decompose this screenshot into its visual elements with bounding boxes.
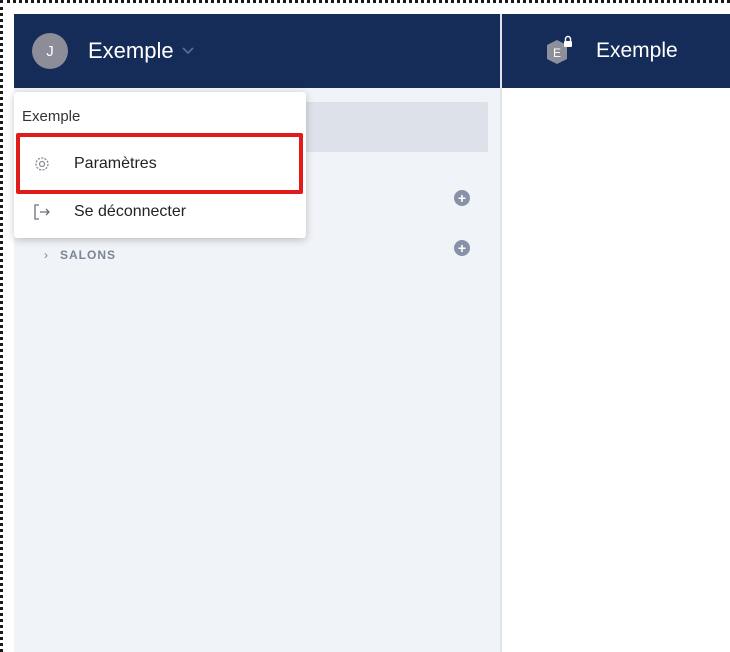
workspace-dropdown-menu: Exemple Paramètres Se déconnecter [14, 92, 306, 238]
caret-right-icon: › [44, 248, 48, 262]
workspace-switcher[interactable]: J Exemple [14, 14, 500, 88]
sidebar-section-salons[interactable]: › SALONS + [44, 240, 484, 262]
workspace-name[interactable]: Exemple [88, 38, 174, 64]
menu-item-logout[interactable]: Se déconnecter [14, 190, 306, 234]
dropdown-header: Exemple [22, 108, 81, 125]
channel-name: Exemple [596, 39, 678, 62]
channel-hex-icon: E [542, 34, 576, 68]
app-window: J Exemple E Exemple + › SALONS + Exemple… [14, 14, 730, 652]
screenshot-border-left [0, 0, 12, 652]
sidebar-section-label: SALONS [60, 248, 117, 262]
logout-icon [32, 202, 52, 222]
channel-icon-letter: E [553, 46, 561, 60]
chevron-down-icon[interactable] [182, 44, 196, 58]
highlight-annotation [16, 133, 303, 194]
user-avatar[interactable]: J [32, 33, 68, 69]
panel-divider [500, 14, 502, 652]
channel-header: E Exemple [502, 14, 678, 88]
menu-item-label: Se déconnecter [74, 203, 187, 220]
add-channel-icon[interactable]: + [454, 240, 470, 256]
add-icon[interactable]: + [454, 190, 470, 206]
top-header: J Exemple E Exemple [14, 14, 730, 88]
screenshot-border-top [0, 0, 730, 10]
